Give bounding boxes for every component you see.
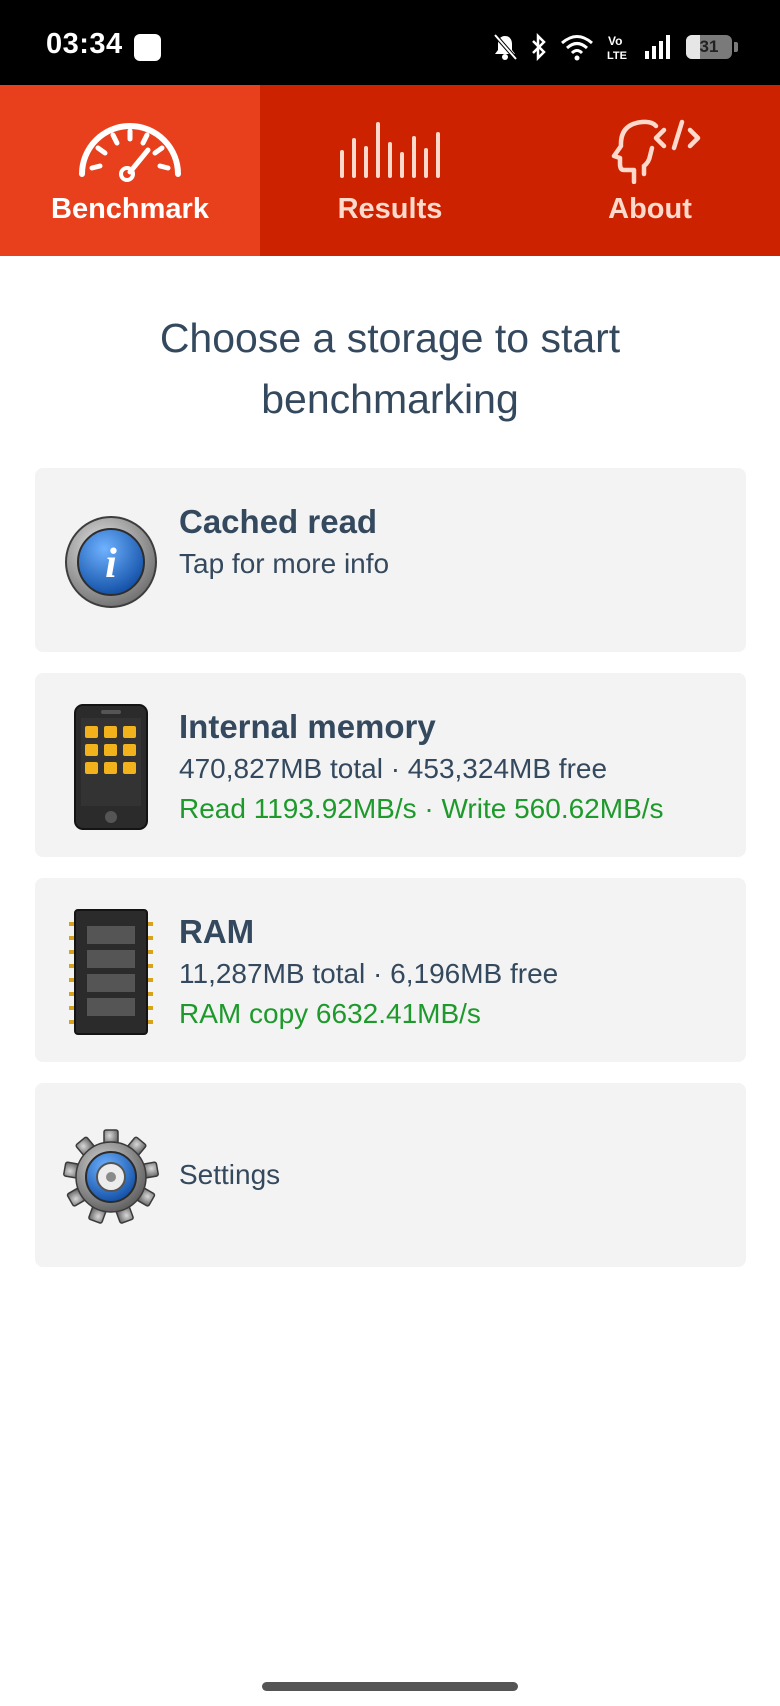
signal-icon — [645, 35, 670, 59]
status-bar: 03:34 Vo LTE 31 — [0, 0, 780, 85]
cached-read-title: Cached read — [179, 503, 378, 540]
internal-memory-text: Internal memory 470,827MB total · 453,32… — [179, 705, 726, 829]
ram-details: 11,287MB total · 6,196MB free — [179, 958, 559, 989]
info-icon: i — [63, 514, 159, 610]
speedometer-icon — [74, 115, 186, 185]
settings-label: Settings — [179, 1159, 281, 1190]
battery-cap — [734, 42, 738, 52]
cached-read-card[interactable]: i Cached read Tap for more info — [35, 468, 746, 652]
cached-read-text: Cached read Tap for more info — [179, 500, 726, 584]
bluetooth-icon — [532, 33, 546, 61]
internal-memory-speeds: Read 1193.92MB/s · Write 560.62MB/s — [179, 793, 664, 824]
tab-label-results: Results — [337, 193, 443, 225]
status-time: 03:34 — [46, 28, 123, 60]
ram-chip-icon — [63, 909, 159, 1035]
tab-about[interactable]: About — [520, 85, 780, 256]
tab-benchmark[interactable]: Benchmark — [0, 85, 260, 256]
tab-label-benchmark: Benchmark — [51, 193, 209, 225]
svg-text:LTE: LTE — [607, 50, 627, 61]
tab-label-about: About — [608, 193, 692, 225]
mute-icon — [493, 33, 518, 61]
ram-speeds: RAM copy 6632.41MB/s — [179, 998, 481, 1029]
notification-app-icon — [134, 34, 161, 61]
battery-percent: 31 — [699, 37, 719, 56]
page-heading: Choose a storage to start benchmarking — [60, 308, 720, 430]
home-indicator[interactable] — [262, 1682, 518, 1691]
settings-card[interactable]: Settings — [35, 1083, 746, 1267]
svg-text:Vo: Vo — [608, 34, 622, 48]
cached-read-subtitle: Tap for more info — [179, 548, 390, 579]
tab-results[interactable]: Results — [260, 85, 520, 256]
head-code-icon — [594, 115, 706, 185]
svg-text:i: i — [105, 541, 117, 587]
ram-text: RAM 11,287MB total · 6,196MB free RAM co… — [179, 910, 726, 1034]
internal-memory-title: Internal memory — [179, 708, 436, 745]
status-icons: Vo LTE 31 — [492, 30, 738, 64]
wifi-icon — [561, 35, 593, 61]
ram-title: RAM — [179, 913, 255, 950]
internal-memory-details: 470,827MB total · 453,324MB free — [179, 753, 608, 784]
phone-icon — [63, 704, 159, 830]
page-heading-line2: benchmarking — [261, 376, 519, 422]
volte-icon: Vo LTE — [607, 34, 627, 61]
page-heading-line1: Choose a storage to start — [159, 315, 621, 361]
gear-icon — [63, 1129, 159, 1225]
battery-icon: 31 — [686, 35, 732, 59]
ram-card[interactable]: RAM 11,287MB total · 6,196MB free RAM co… — [35, 878, 746, 1062]
settings-text: Settings — [179, 1083, 726, 1267]
bars-icon — [334, 115, 446, 185]
tab-bar: Benchmark Results About — [0, 85, 780, 256]
internal-memory-card[interactable]: Internal memory 470,827MB total · 453,32… — [35, 673, 746, 857]
